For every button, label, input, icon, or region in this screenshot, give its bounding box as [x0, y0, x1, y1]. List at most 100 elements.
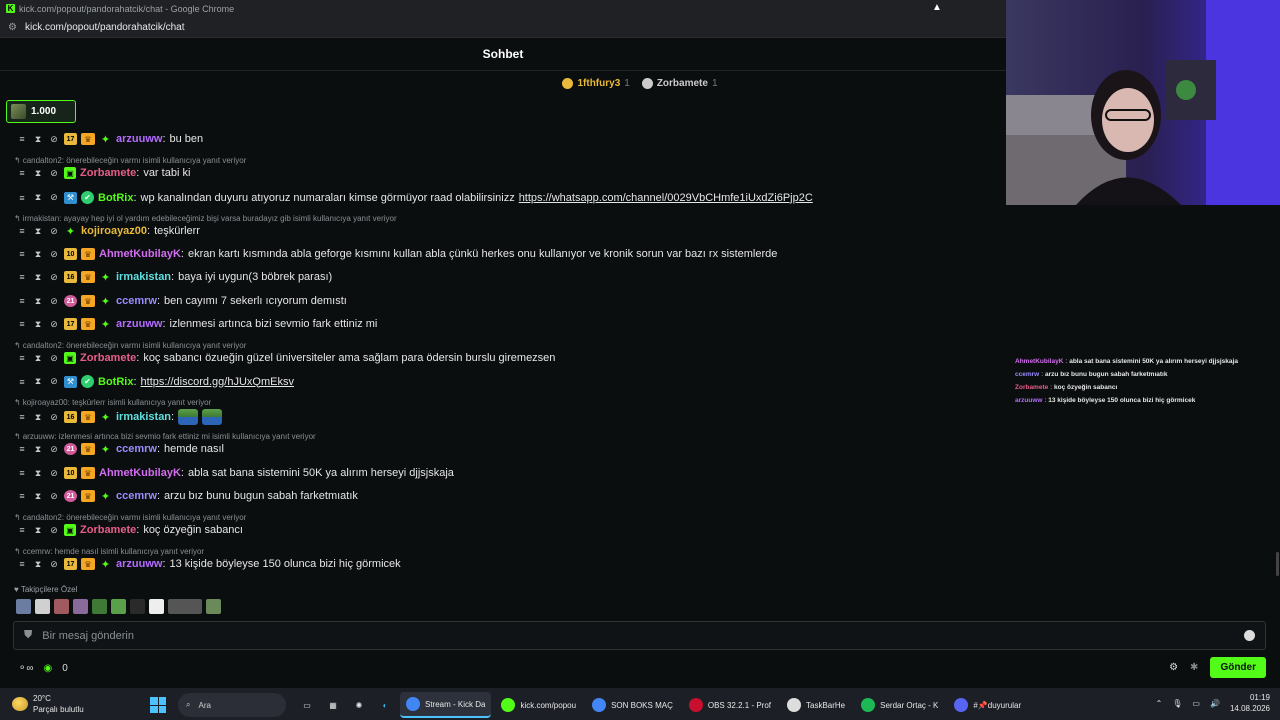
- ban-icon[interactable]: ⊘: [48, 192, 60, 204]
- ban-icon[interactable]: ⊘: [48, 558, 60, 570]
- username[interactable]: AhmetKubilayK: [99, 248, 181, 260]
- timeout-icon[interactable]: ⧗: [32, 271, 44, 283]
- reply-context[interactable]: ↰ candalton2: önerebileceğin varmı isimli…: [14, 513, 246, 522]
- delete-icon[interactable]: ≡: [16, 524, 28, 536]
- chat-message[interactable]: ≡ ⧗ ⊘ 21 ♛ ✦ ccemrw: ben cayımı 7 sekerlı ıcıyo…: [16, 295, 347, 308]
- windows-start-icon[interactable]: [150, 697, 166, 713]
- emote-icon[interactable]: [92, 599, 107, 614]
- delete-icon[interactable]: ≡: [16, 225, 28, 237]
- ban-icon[interactable]: ⊘: [48, 467, 60, 479]
- timeout-icon[interactable]: ⧗: [32, 167, 44, 179]
- emote-icon[interactable]: [35, 599, 50, 614]
- ban-icon[interactable]: ⊘: [48, 490, 60, 502]
- chevron-up-icon[interactable]: ⌃: [1156, 699, 1163, 708]
- reply-context[interactable]: ↰ candalton2: önerebileceğin varmı isimli…: [14, 341, 246, 350]
- delete-icon[interactable]: ≡: [16, 271, 28, 283]
- task-view-icon[interactable]: ▭: [296, 694, 318, 716]
- username[interactable]: arzuuww: [116, 558, 162, 570]
- ban-icon[interactable]: ⊘: [48, 443, 60, 455]
- taskbar-app[interactable]: Stream - Kick Da: [400, 692, 492, 718]
- timeout-icon[interactable]: ⧗: [32, 248, 44, 260]
- chat-message[interactable]: ≡ ⧗ ⊘ ▣ Zorbamete: var tabi ki: [16, 167, 190, 179]
- ban-icon[interactable]: ⊘: [48, 318, 60, 330]
- ban-icon[interactable]: ⊘: [48, 352, 60, 364]
- taskbar-app[interactable]: Serdar Ortaç - K: [855, 692, 944, 718]
- username[interactable]: BotRix: [98, 192, 133, 204]
- chat-message[interactable]: ≡ ⧗ ⊘ ▣ Zorbamete: koç özyeğin sabancı: [16, 524, 243, 536]
- timeout-icon[interactable]: ⧗: [32, 467, 44, 479]
- ban-icon[interactable]: ⊘: [48, 295, 60, 307]
- username[interactable]: AhmetKubilayK: [99, 467, 181, 479]
- timeout-icon[interactable]: ⧗: [32, 352, 44, 364]
- taskbar-app[interactable]: #📌duyurular: [948, 692, 1027, 718]
- timeout-icon[interactable]: ⧗: [32, 411, 44, 423]
- ban-icon[interactable]: ⊘: [48, 167, 60, 179]
- taskbar-app[interactable]: kick.com/popou: [495, 692, 582, 718]
- ban-icon[interactable]: ⊘: [48, 133, 60, 145]
- delete-icon[interactable]: ≡: [16, 295, 28, 307]
- timeout-icon[interactable]: ⧗: [32, 376, 44, 388]
- timeout-icon[interactable]: ⧗: [32, 524, 44, 536]
- share-icon[interactable]: ⚬∞: [18, 663, 34, 674]
- chat-message[interactable]: ≡ ⧗ ⊘ 10 ♛ AhmetKubilayK: abla sat bana sistem…: [16, 467, 454, 479]
- username[interactable]: ccemrw: [116, 443, 157, 455]
- microphone-icon[interactable]: 🎙: [1172, 699, 1182, 708]
- chatgpt-icon[interactable]: ✺: [348, 694, 370, 716]
- timeout-icon[interactable]: ⧗: [32, 318, 44, 330]
- chat-message[interactable]: ≡ ⧗ ⊘ 17 ♛ ✦ arzuuww: bu ben: [16, 133, 203, 146]
- ban-icon[interactable]: ⊘: [48, 271, 60, 283]
- ban-icon[interactable]: ⊘: [48, 524, 60, 536]
- chat-message[interactable]: ≡ ⧗ ⊘ 16 ♛ ✦ irmakistan:: [16, 409, 223, 425]
- ban-icon[interactable]: ⊘: [48, 248, 60, 260]
- delete-icon[interactable]: ≡: [16, 352, 28, 364]
- mod-tools-icon[interactable]: ✱: [1190, 662, 1198, 673]
- timeout-icon[interactable]: ⧗: [32, 558, 44, 570]
- emote-icon[interactable]: [130, 599, 145, 614]
- username[interactable]: irmakistan: [116, 411, 171, 423]
- volume-icon[interactable]: 🔊: [1210, 699, 1220, 708]
- timeout-icon[interactable]: ⧗: [32, 133, 44, 145]
- username[interactable]: ccemrw: [116, 295, 157, 307]
- chat-message[interactable]: ≡ ⧗ ⊘ ✦ kojiroayaz00: teşkürlerr: [16, 225, 200, 238]
- scrollbar-thumb[interactable]: [1276, 552, 1279, 576]
- chat-message[interactable]: ≡ ⧗ ⊘ 21 ♛ ✦ ccemrw: arzu bız bunu bugun sabah …: [16, 490, 358, 503]
- chat-message[interactable]: ≡ ⧗ ⊘ ⚒ ✔ BotRix: https://discord.gg/hJUxQmEks…: [16, 375, 294, 388]
- username[interactable]: arzuuww: [116, 318, 162, 330]
- chat-message[interactable]: ≡ ⧗ ⊘ ▣ Zorbamete: koç sabancı özueğin güzel …: [16, 352, 555, 364]
- username[interactable]: Zorbamete: [80, 167, 136, 179]
- delete-icon[interactable]: ≡: [16, 133, 28, 145]
- emote-icon[interactable]: [111, 599, 126, 614]
- chat-input[interactable]: ⛊ Bir mesaj gönderin: [13, 621, 1266, 650]
- emote-icon[interactable]: [149, 599, 164, 614]
- chat-message[interactable]: ≡ ⧗ ⊘ 16 ♛ ✦ irmakistan: baya iyi uygun(3 böbre…: [16, 271, 332, 284]
- delete-icon[interactable]: ≡: [16, 376, 28, 388]
- username[interactable]: BotRix: [98, 376, 133, 388]
- reply-context[interactable]: ↰ candalton2: önerebileceğin varmı isimli…: [14, 156, 246, 165]
- taskbar-search[interactable]: ⌕ Ara: [178, 693, 286, 717]
- ban-icon[interactable]: ⊘: [48, 225, 60, 237]
- delete-icon[interactable]: ≡: [16, 167, 28, 179]
- network-icon[interactable]: ▭: [1192, 699, 1200, 708]
- username[interactable]: Zorbamete: [80, 352, 136, 364]
- emote-icon[interactable]: [73, 599, 88, 614]
- reply-context[interactable]: ↰ kojiroayaz00: teşkürlerr isimli kullanı…: [14, 398, 211, 407]
- ban-icon[interactable]: ⊘: [48, 376, 60, 388]
- ban-icon[interactable]: ⊘: [48, 411, 60, 423]
- message-link[interactable]: https://whatsapp.com/channel/0029VbCHmfe…: [519, 192, 813, 204]
- clock[interactable]: 01:19 14.08.2026: [1230, 692, 1270, 714]
- username[interactable]: arzuuww: [116, 133, 162, 145]
- emote-icon[interactable]: [168, 599, 202, 614]
- reply-context[interactable]: ↰ ccemrw: hemde nasıl isimli kullanıcıya …: [14, 547, 204, 556]
- settings-gear-icon[interactable]: ⚙: [1169, 662, 1178, 673]
- delete-icon[interactable]: ≡: [16, 467, 28, 479]
- store-icon[interactable]: ▦: [322, 694, 344, 716]
- timeout-icon[interactable]: ⧗: [32, 192, 44, 204]
- delete-icon[interactable]: ≡: [16, 411, 28, 423]
- emote-icon[interactable]: [16, 599, 31, 614]
- delete-icon[interactable]: ≡: [16, 443, 28, 455]
- chat-message[interactable]: ≡ ⧗ ⊘ 10 ♛ AhmetKubilayK: ekran kartı kısmında…: [16, 248, 777, 260]
- username[interactable]: Zorbamete: [80, 524, 136, 536]
- username[interactable]: ccemrw: [116, 490, 157, 502]
- chat-message[interactable]: ≡ ⧗ ⊘ 21 ♛ ✦ ccemrw: hemde nasıl: [16, 443, 224, 456]
- delete-icon[interactable]: ≡: [16, 248, 28, 260]
